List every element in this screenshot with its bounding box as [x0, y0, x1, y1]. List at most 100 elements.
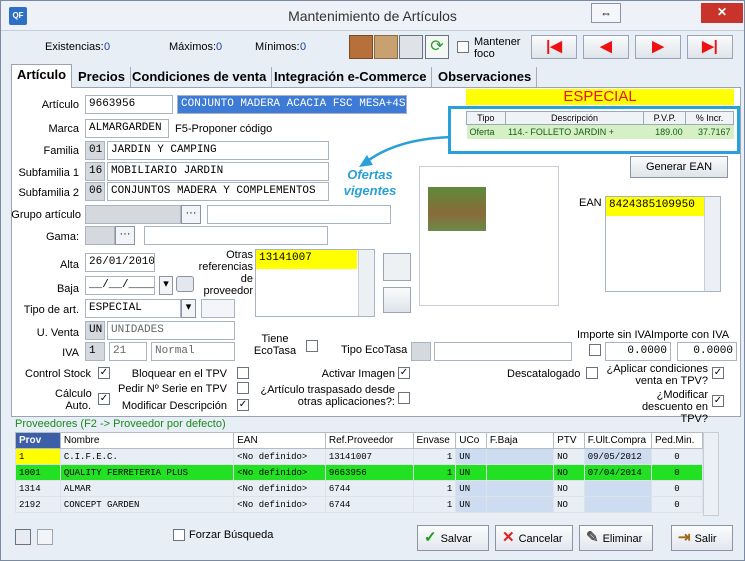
grupo-code[interactable] [85, 205, 181, 224]
importe-sin-input[interactable]: 0.0000 [605, 342, 671, 361]
table-row[interactable]: 2192 CONCEPT GARDEN <No definido> 6744 1 UN NO… [15, 496, 704, 513]
descatalogado-checkbox[interactable] [586, 367, 598, 379]
tipo-select[interactable]: ESPECIAL [85, 299, 181, 318]
col-pedmin[interactable]: Ped.Min. [650, 432, 704, 449]
restore-button[interactable]: ⇔ [591, 3, 621, 23]
baja-dropdown-button[interactable]: ▾ [159, 276, 173, 295]
table-row[interactable]: 1314 ALMAR <No definido> 6744 1 UN NO 0 [15, 480, 704, 497]
cell: NO [553, 480, 585, 497]
tipo-dropdown-button[interactable]: ▾ [181, 299, 196, 318]
alta-date-input[interactable]: 26/01/2010 [85, 253, 155, 272]
ean-value[interactable]: 8424385109950 [606, 197, 704, 216]
blank-button[interactable] [383, 287, 411, 313]
subfamilia1-input[interactable]: MOBILIARIO JARDIN [107, 162, 329, 181]
otras-ref-scrollbar[interactable] [358, 250, 374, 316]
uventa-input[interactable]: UNIDADES [107, 321, 235, 340]
aplicar-cond-checkbox[interactable]: ✓ [712, 367, 724, 379]
baja-date-input[interactable]: __/__/____ [85, 276, 155, 295]
col-fbaja[interactable]: F.Baja [485, 432, 555, 449]
offers-row[interactable]: Oferta 114.- FOLLETO JARDIN + 189.00 37.… [466, 124, 734, 139]
gama-input[interactable] [144, 226, 328, 245]
providers-scrollbar[interactable] [703, 432, 719, 516]
tipo-extra-box[interactable] [201, 299, 235, 318]
familia-input[interactable]: JARDIN Y CAMPING [107, 141, 329, 160]
subfamilia2-input[interactable]: CONJUNTOS MADERA Y COMPLEMENTOS [107, 182, 329, 201]
tab-ecommerce[interactable]: Integración e-Commerce [269, 67, 433, 87]
familia-code[interactable]: 01 [85, 141, 105, 160]
cell: CONCEPT GARDEN [59, 496, 235, 513]
calculo-auto-checkbox[interactable]: ✓ [98, 393, 110, 405]
prev-record-button[interactable]: ◀ [583, 35, 629, 59]
gama-code[interactable] [85, 226, 115, 245]
paste-icon[interactable] [37, 529, 53, 545]
printer-icon[interactable] [399, 35, 423, 59]
forzar-busqueda-checkbox[interactable] [173, 529, 185, 541]
offers-header: P.V.P. [643, 111, 687, 125]
last-record-button[interactable]: ▶| [687, 35, 733, 59]
col-ref[interactable]: Ref.Proveedor [324, 432, 414, 449]
pedir-serie-checkbox[interactable] [237, 382, 249, 394]
offers-header: % Incr. [685, 111, 734, 125]
providers-table: Prov Nombre EAN Ref.Proveedor Envase UCo… [15, 432, 704, 513]
generar-ean-button[interactable]: Generar EAN [630, 156, 728, 178]
search-icon[interactable] [383, 253, 411, 281]
cell: UN [455, 448, 487, 465]
iva-pct[interactable]: 21 [109, 342, 147, 361]
tab-observaciones[interactable]: Observaciones [433, 67, 538, 87]
calendar-icon[interactable] [176, 276, 194, 292]
ean-scrollbar[interactable] [704, 197, 720, 291]
col-ean[interactable]: EAN [233, 432, 326, 449]
copy-icon[interactable] [15, 529, 31, 545]
pallet-icon[interactable] [374, 35, 398, 59]
salir-button[interactable]: ⇥ Salir [671, 525, 733, 551]
col-nombre[interactable]: Nombre [59, 432, 235, 449]
tipo-ecotasa-input[interactable] [434, 342, 572, 361]
refresh-icon[interactable]: ⟳ [425, 35, 449, 59]
uventa-code[interactable]: UN [85, 321, 105, 340]
activar-imagen-checkbox[interactable]: ✓ [398, 367, 410, 379]
mantener-foco-checkbox[interactable] [457, 41, 469, 53]
close-button[interactable]: ✕ [701, 3, 743, 23]
tab-condiciones[interactable]: Condiciones de venta [127, 67, 273, 87]
eliminar-button[interactable]: ✎ Eliminar [579, 525, 653, 551]
boxes-icon[interactable] [349, 35, 373, 59]
first-record-button[interactable]: |◀ [531, 35, 577, 59]
col-envase[interactable]: Envase [412, 432, 457, 449]
gama-lookup-button[interactable]: ··· [115, 226, 135, 245]
modificar-desc-checkbox[interactable]: ✓ [237, 399, 249, 411]
cell: 6744 [324, 496, 414, 513]
iva-code[interactable]: 1 [85, 342, 105, 361]
tab-articulo[interactable]: Artículo [11, 64, 73, 88]
marca-input[interactable]: ALMARGARDEN [85, 119, 169, 138]
col-prov[interactable]: Prov [15, 432, 61, 449]
subfamilia2-code[interactable]: 06 [85, 182, 105, 201]
grupo-input[interactable] [207, 205, 391, 224]
otras-ref-item[interactable]: 13141007 [256, 250, 357, 269]
table-row[interactable]: 1 C.I.F.E.C. <No definido> 13141007 1 UN NO 09/… [15, 448, 704, 465]
col-ptv[interactable]: PTV [553, 432, 585, 449]
control-stock-checkbox[interactable]: ✓ [98, 367, 110, 379]
tipo-ecotasa-code[interactable] [411, 342, 431, 361]
ecotasa-checkbox[interactable] [306, 340, 318, 352]
col-fultcompra[interactable]: F.Ult.Compra [583, 432, 652, 449]
importe-con-input[interactable]: 0.0000 [677, 342, 737, 361]
next-record-button[interactable]: ▶ [635, 35, 681, 59]
cell [583, 480, 652, 497]
bloquear-checkbox[interactable] [237, 367, 249, 379]
modificar-dto-checkbox[interactable]: ✓ [712, 395, 724, 407]
iva-tipo[interactable]: Normal [151, 342, 235, 361]
cancelar-button[interactable]: ✕ Cancelar [495, 525, 573, 551]
tab-precios[interactable]: Precios [73, 67, 131, 87]
subfamilia1-code[interactable]: 16 [85, 162, 105, 181]
cell: ALMAR [59, 480, 235, 497]
col-uco[interactable]: UCo [455, 432, 487, 449]
articulo-desc-input[interactable]: CONJUNTO MADERA ACACIA FSC MESA+4SILLA [177, 95, 407, 114]
grupo-lookup-button[interactable]: ··· [181, 205, 201, 224]
salvar-button[interactable]: ✓ Salvar [417, 525, 489, 551]
cell: 2192 [15, 496, 61, 513]
traspasado-checkbox[interactable] [398, 392, 410, 404]
importe-checkbox[interactable] [589, 344, 601, 356]
articulo-code-input[interactable]: 9663956 [85, 95, 173, 114]
table-row[interactable]: 1001 QUALITY FERRETERIA PLUS <No definido>… [15, 464, 704, 481]
f5-hint: F5-Proponer código [175, 123, 273, 135]
